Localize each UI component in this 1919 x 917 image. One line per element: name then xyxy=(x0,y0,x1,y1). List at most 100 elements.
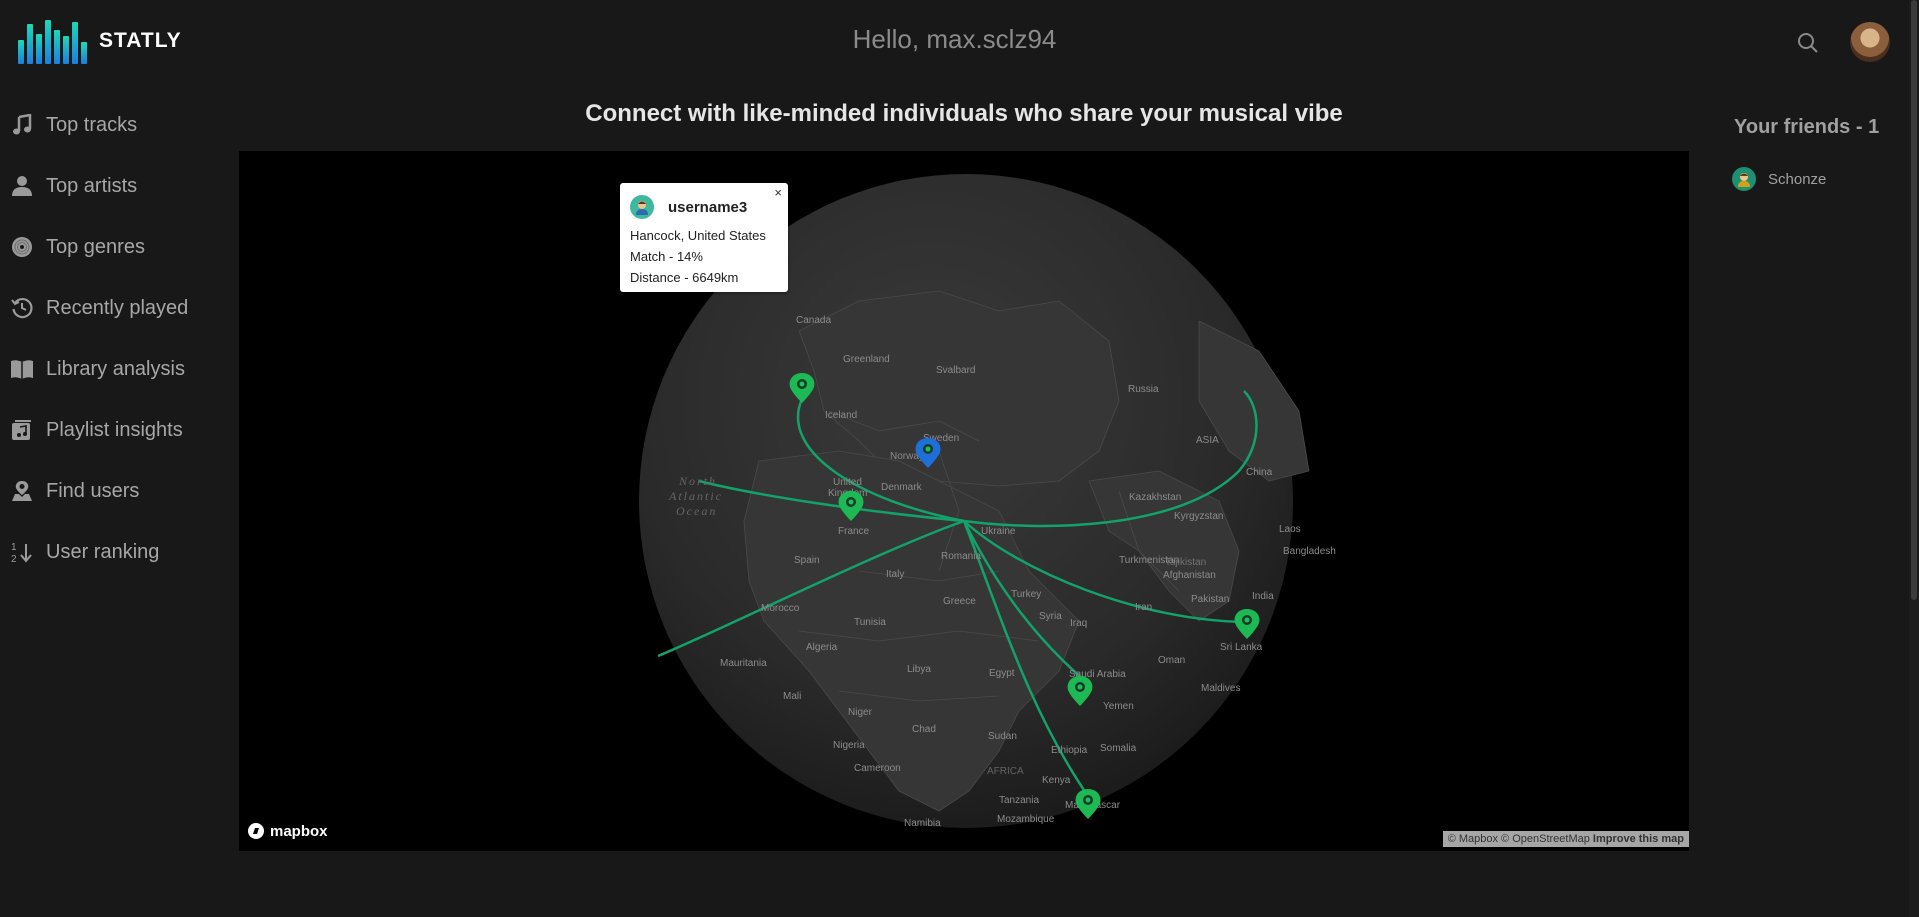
map-label-kyrgyzstan: Kyrgyzstan xyxy=(1174,511,1223,522)
book-icon xyxy=(10,357,34,381)
map-label-niger: Niger xyxy=(848,707,873,718)
friend-name: Schonze xyxy=(1768,170,1827,188)
ocean-label-line: Atlantic xyxy=(668,489,723,503)
playlist-icon xyxy=(10,418,34,442)
sidebar-item-label: Top tracks xyxy=(46,114,138,136)
map-label-sudan: Sudan xyxy=(988,731,1017,742)
map-label-turkey: Turkey xyxy=(1011,589,1041,600)
world-map[interactable]: Canada Greenland Svalbard Russia Iceland… xyxy=(239,151,1689,851)
sidebar-item-user-ranking[interactable]: 12 User ranking xyxy=(0,540,220,601)
map-label-ukraine: Ukraine xyxy=(981,526,1016,537)
sidebar-item-find-users[interactable]: Find users xyxy=(0,479,220,540)
profile-avatar[interactable] xyxy=(1850,22,1890,62)
greeting: Hello, max.sclz94 xyxy=(852,24,1057,54)
map-label-kenya: Kenya xyxy=(1042,775,1071,786)
map-label-india: India xyxy=(1252,591,1274,602)
map-label-italy: Italy xyxy=(886,569,904,580)
map-label-greenland: Greenland xyxy=(843,354,890,365)
map-label-africa: AFRICA xyxy=(987,766,1024,777)
map-label-bangladesh: Bangladesh xyxy=(1283,546,1336,557)
close-icon[interactable]: × xyxy=(774,185,782,200)
ocean-label-line: Ocean xyxy=(676,504,717,518)
map-label-ethiopia: Ethiopia xyxy=(1051,745,1088,756)
improve-map-link[interactable]: Improve this map xyxy=(1593,833,1684,845)
map-label-romania: Romania xyxy=(941,551,981,562)
map-label-kazakhstan: Kazakhstan xyxy=(1129,492,1181,503)
map-label-asia: ASIA xyxy=(1196,435,1219,446)
map-label-afghanistan: Afghanistan xyxy=(1163,570,1216,581)
map-label-svalbard: Svalbard xyxy=(936,365,975,376)
vinyl-icon xyxy=(10,235,34,259)
map-label-france: France xyxy=(838,526,870,537)
sidebar-item-top-tracks[interactable]: Top tracks xyxy=(0,113,220,174)
friend-item[interactable]: Schonze xyxy=(1732,167,1826,191)
globe[interactable]: Canada Greenland Svalbard Russia Iceland… xyxy=(239,151,1689,851)
friends-title: Your friends - 1 xyxy=(1734,116,1880,138)
map-attribution: © Mapbox © OpenStreetMap Improve this ma… xyxy=(1442,831,1689,847)
user-popup: × username3 Hancock, United States Match… xyxy=(620,183,788,292)
popup-match: Match - 14% xyxy=(630,249,703,264)
map-label-algeria: Algeria xyxy=(806,642,838,653)
sidebar-item-recently-played[interactable]: Recently played xyxy=(0,296,220,357)
svg-text:2: 2 xyxy=(11,554,17,564)
map-label-chad: Chad xyxy=(912,724,936,735)
attribution-text[interactable]: © Mapbox © OpenStreetMap xyxy=(1448,833,1590,845)
sidebar-item-top-genres[interactable]: Top genres xyxy=(0,235,220,296)
sort-numeric-icon: 12 xyxy=(10,540,34,564)
map-label-morocco: Morocco xyxy=(761,603,800,614)
map-label-mauritania: Mauritania xyxy=(720,658,767,669)
friend-avatar-icon xyxy=(1732,167,1756,191)
map-label-egypt: Egypt xyxy=(989,668,1015,679)
map-label-srilanka: Sri Lanka xyxy=(1220,642,1263,653)
map-label-somalia: Somalia xyxy=(1100,743,1137,754)
map-label-tanzania: Tanzania xyxy=(999,795,1039,806)
map-label-libya: Libya xyxy=(907,664,931,675)
ocean-label-line: North xyxy=(678,474,717,488)
mapbox-brand-text: mapbox xyxy=(270,822,328,840)
map-label-united: United xyxy=(833,477,862,488)
map-label-china: China xyxy=(1246,467,1273,478)
map-label-nigeria: Nigeria xyxy=(833,740,865,751)
history-icon xyxy=(10,296,34,320)
sidebar-item-label: Playlist insights xyxy=(46,419,183,441)
popup-username: username3 xyxy=(668,198,748,216)
sidebar: Top tracks Top artists Top genres Recent… xyxy=(0,113,220,601)
map-label-iceland: Iceland xyxy=(825,410,857,421)
popup-location: Hancock, United States xyxy=(630,228,766,243)
sidebar-item-label: Library analysis xyxy=(46,358,185,380)
sidebar-item-top-artists[interactable]: Top artists xyxy=(0,174,220,235)
person-icon xyxy=(10,174,34,198)
music-note-icon xyxy=(10,113,34,137)
map-label-tajikistan: Tajikistan xyxy=(1165,557,1206,568)
map-label-maldives: Maldives xyxy=(1201,683,1240,694)
page-scrollbar[interactable] xyxy=(1909,0,1919,917)
scrollbar-thumb[interactable] xyxy=(1911,0,1917,600)
match-pin-marker[interactable] xyxy=(1075,789,1101,819)
svg-text:1: 1 xyxy=(11,542,17,553)
map-label-denmark: Denmark xyxy=(881,482,923,493)
sidebar-item-playlist-insights[interactable]: Playlist insights xyxy=(0,418,220,479)
map-label-tunisia: Tunisia xyxy=(854,617,886,628)
map-label-russia: Russia xyxy=(1128,384,1159,395)
user-avatar-icon xyxy=(630,195,654,219)
search-icon[interactable] xyxy=(1795,30,1821,56)
map-label-cameroon: Cameroon xyxy=(854,763,901,774)
sidebar-item-library-analysis[interactable]: Library analysis xyxy=(0,357,220,418)
user-location-icon xyxy=(10,479,34,503)
sidebar-item-label: Find users xyxy=(46,480,140,502)
map-label-canada: Canada xyxy=(796,315,831,326)
page-title: Connect with like-minded individuals who… xyxy=(585,100,1343,127)
map-label-spain: Spain xyxy=(794,555,820,566)
mapbox-icon xyxy=(248,823,264,839)
sidebar-item-label: User ranking xyxy=(46,541,160,563)
popup-distance: Distance - 6649km xyxy=(630,270,739,285)
map-label-pakistan: Pakistan xyxy=(1191,594,1229,605)
map-label-yemen: Yemen xyxy=(1103,701,1134,712)
sidebar-item-label: Top artists xyxy=(46,175,138,197)
sidebar-item-label: Top genres xyxy=(46,236,145,258)
sidebar-item-label: Recently played xyxy=(46,297,189,319)
map-label-laos: Laos xyxy=(1279,524,1301,535)
mapbox-logo[interactable]: mapbox xyxy=(247,822,328,840)
map-label-mozambique: Mozambique xyxy=(997,814,1055,825)
map-label-iran: Iran xyxy=(1135,602,1152,613)
